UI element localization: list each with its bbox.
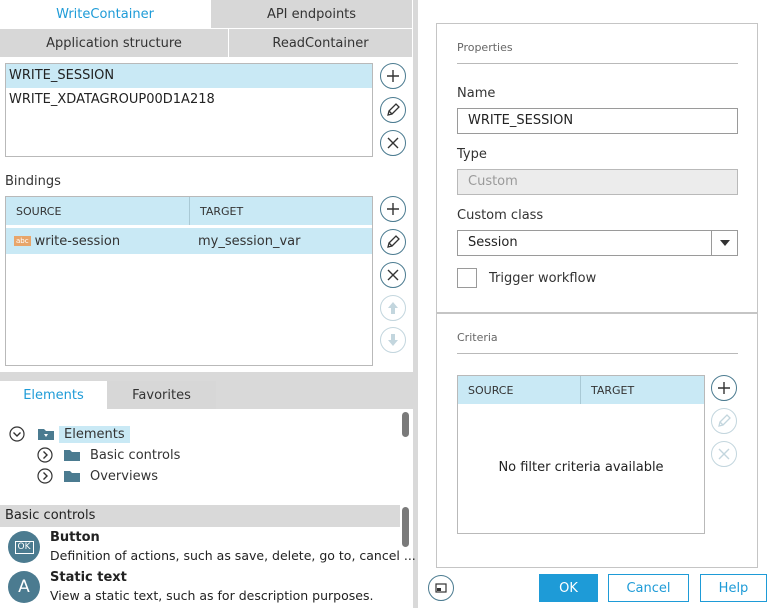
empty-message: No filter criteria available — [498, 460, 664, 475]
divider — [437, 312, 757, 314]
properties-panel: Properties Name WRITE_SESSION Type Custo… — [436, 23, 758, 568]
criteria-table: SOURCE TARGET No filter criteria availab… — [457, 375, 705, 534]
top-tab-row: WriteContainer API endpoints — [0, 0, 413, 29]
tree-item-label: Overviews — [90, 468, 158, 484]
control-description: View a static text, such as for descript… — [50, 588, 374, 603]
plus-icon — [387, 203, 399, 215]
list-item[interactable]: WRITE_XDATAGROUP00D1A218 — [6, 88, 372, 112]
type-field: Custom — [457, 169, 738, 195]
tab-read-container[interactable]: ReadContainer — [229, 29, 413, 58]
table-row[interactable]: abc write-session my_session_var — [6, 228, 372, 254]
close-icon — [387, 137, 399, 149]
control-description: Definition of actions, such as save, del… — [50, 548, 416, 563]
trigger-workflow-checkbox[interactable] — [457, 268, 477, 288]
edit-criteria-button[interactable] — [711, 408, 737, 434]
tree-root-label: Elements — [59, 425, 130, 443]
control-title: Button — [50, 530, 100, 545]
divider — [457, 353, 738, 354]
chevron-down-icon[interactable] — [711, 231, 737, 255]
second-tab-row: Application structure ReadContainer — [0, 29, 413, 58]
delete-container-button[interactable] — [380, 130, 406, 156]
list-item[interactable]: WRITE_SESSION — [6, 64, 372, 88]
pencil-icon — [387, 235, 400, 248]
close-icon — [718, 448, 730, 460]
add-container-button[interactable] — [380, 63, 406, 89]
binding-source: write-session — [34, 233, 121, 249]
window-icon-button[interactable] — [428, 575, 454, 601]
add-criteria-button[interactable] — [711, 375, 737, 401]
tree-root[interactable]: Elements — [9, 424, 130, 444]
folder-icon — [64, 471, 80, 482]
edit-binding-button[interactable] — [380, 229, 406, 255]
close-icon — [387, 269, 399, 281]
expand-icon[interactable] — [37, 468, 53, 484]
arrow-up-icon — [388, 302, 398, 314]
help-button[interactable]: Help — [700, 574, 767, 602]
tree-item-basic-controls[interactable]: Basic controls — [37, 445, 180, 465]
tab-favorites[interactable]: Favorites — [107, 381, 216, 409]
control-item-static-text[interactable]: A Static text View a static text, such a… — [0, 568, 398, 608]
left-pane: WriteContainer API endpoints Application… — [0, 0, 416, 608]
criteria-header: SOURCE TARGET — [458, 376, 704, 405]
window-icon — [435, 583, 447, 593]
right-pane: Properties Name WRITE_SESSION Type Custo… — [418, 0, 775, 608]
divider — [457, 63, 738, 64]
criteria-title: Criteria — [457, 331, 498, 344]
elements-tree: Elements Basic controls Overviews — [0, 409, 413, 504]
type-label: Type — [457, 147, 487, 162]
column-header-target[interactable]: TARGET — [190, 197, 372, 225]
column-header-source[interactable]: SOURCE — [458, 376, 581, 404]
binding-target: my_session_var — [198, 233, 301, 249]
custom-class-select[interactable]: Session — [457, 230, 738, 256]
elements-tab-row: Elements Favorites — [0, 381, 413, 409]
tab-api-endpoints[interactable]: API endpoints — [211, 0, 413, 29]
ok-button[interactable]: OK — [539, 574, 598, 602]
collapse-icon[interactable] — [9, 426, 25, 442]
expand-icon[interactable] — [37, 447, 53, 463]
text-type-icon: abc — [14, 236, 31, 246]
arrow-down-icon — [388, 334, 398, 346]
tab-write-container[interactable]: WriteContainer — [0, 0, 211, 29]
folder-icon — [64, 450, 80, 461]
column-header-source[interactable]: SOURCE — [6, 197, 190, 225]
ok-button-icon: OK — [8, 531, 40, 563]
tab-application-structure[interactable]: Application structure — [0, 29, 229, 58]
letter-a-icon: A — [8, 571, 40, 603]
tree-item-label: Basic controls — [90, 447, 181, 463]
delete-criteria-button[interactable] — [711, 441, 737, 467]
plus-icon — [718, 382, 730, 394]
cancel-button[interactable]: Cancel — [608, 574, 689, 602]
control-title: Static text — [50, 570, 127, 585]
move-down-button[interactable] — [380, 327, 406, 353]
column-header-target[interactable]: TARGET — [581, 376, 704, 404]
control-item-button[interactable]: OK Button Definition of actions, such as… — [0, 528, 416, 568]
custom-class-value: Session — [468, 235, 518, 250]
folder-icon — [38, 429, 54, 440]
container-list: WRITE_SESSION WRITE_XDATAGROUP00D1A218 — [5, 63, 373, 157]
tab-elements[interactable]: Elements — [0, 381, 107, 409]
add-binding-button[interactable] — [380, 196, 406, 222]
properties-title: Properties — [457, 41, 513, 54]
bindings-label: Bindings — [5, 174, 61, 189]
bindings-table: SOURCE TARGET abc write-session my_sessi… — [5, 196, 373, 366]
pencil-icon — [387, 103, 400, 116]
bindings-header: SOURCE TARGET — [6, 197, 372, 226]
move-up-button[interactable] — [380, 295, 406, 321]
delete-binding-button[interactable] — [380, 262, 406, 288]
tree-item-overviews[interactable]: Overviews — [37, 466, 158, 486]
plus-icon — [387, 70, 399, 82]
pencil-icon — [718, 414, 731, 427]
basic-controls-header: Basic controls — [0, 505, 400, 527]
name-field[interactable]: WRITE_SESSION — [457, 108, 738, 134]
trigger-workflow-label: Trigger workflow — [489, 271, 597, 286]
custom-class-label: Custom class — [457, 208, 544, 223]
edit-container-button[interactable] — [380, 97, 406, 123]
divider — [0, 372, 413, 381]
tree-scrollbar[interactable] — [402, 412, 409, 437]
name-label: Name — [457, 86, 496, 101]
controls-scrollbar[interactable] — [402, 507, 409, 547]
